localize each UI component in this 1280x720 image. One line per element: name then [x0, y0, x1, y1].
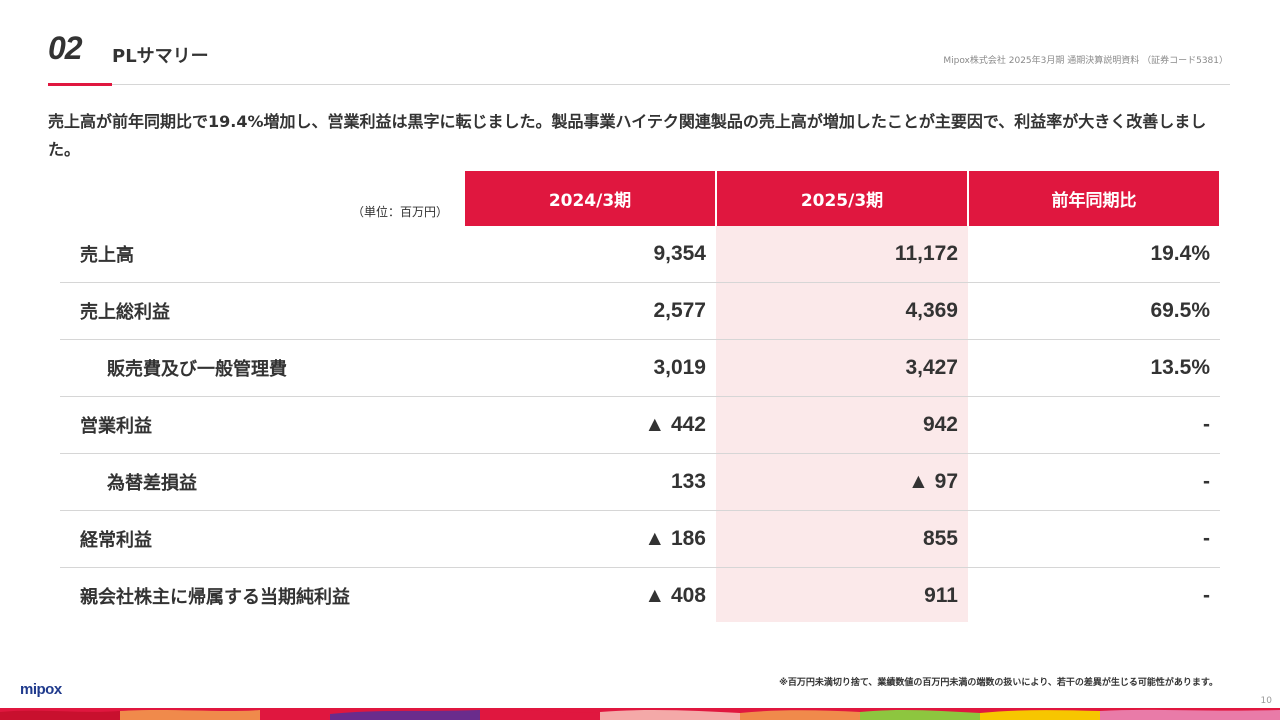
section-underline: [48, 83, 112, 86]
value-yoy: -: [1203, 527, 1210, 550]
value-fy2024: 2,577: [653, 299, 706, 322]
table-row: 経常利益 ▲ 186 855 -: [60, 511, 1220, 568]
value-fy2024: 3,019: [653, 356, 706, 379]
table-row: 親会社株主に帰属する当期純利益 ▲ 408 911 -: [60, 568, 1220, 624]
company-logo: mipox: [20, 681, 62, 698]
column-header-fy2024: 2024/3期: [465, 171, 715, 226]
value-fy2025: 942: [922, 413, 958, 436]
value-fy2024: ▲ 186: [644, 527, 706, 550]
value-fy2025: 911: [924, 584, 958, 607]
document-reference: Mipox株式会社 2025年3月期 通期決算説明資料 （証券コード5381）: [943, 56, 1228, 66]
row-label: 売上高: [80, 245, 134, 266]
row-label: 売上総利益: [80, 302, 170, 323]
lead-text: 売上高が前年同期比で19.4%増加し、営業利益は黒字に転じました。製品事業ハイテ…: [48, 112, 1207, 159]
value-fy2024: ▲ 442: [644, 413, 706, 436]
value-fy2024: ▲ 408: [644, 584, 706, 607]
footnote: ※百万円未満切り捨て、業績数値の百万円未満の端数の扱いにより、若干の差異が生じる…: [779, 678, 1218, 688]
value-fy2025: 11,172: [894, 242, 958, 265]
row-label: 経常利益: [80, 530, 152, 551]
value-yoy: 69.5%: [1150, 299, 1210, 322]
page-title: PLサマリー: [112, 46, 209, 67]
value-yoy: 13.5%: [1150, 356, 1210, 379]
value-fy2024: 9,354: [653, 242, 706, 265]
table-row: 売上総利益 2,577 4,369 69.5%: [60, 283, 1220, 340]
header-divider: [112, 84, 1230, 85]
table-row: 営業利益 ▲ 442 942 -: [60, 397, 1220, 454]
table-row: 為替差損益 133 ▲ 97 -: [60, 454, 1220, 511]
table-row: 売上高 9,354 11,172 19.4%: [60, 226, 1220, 283]
decorative-bottom-band: [0, 708, 1280, 720]
section-number: 02: [48, 30, 83, 66]
value-yoy: 19.4%: [1150, 242, 1210, 265]
value-yoy: -: [1203, 584, 1210, 607]
column-header-yoy: 前年同期比: [969, 171, 1219, 226]
value-fy2024: 133: [670, 470, 706, 493]
value-fy2025: 3,427: [905, 356, 958, 379]
value-fy2025: 4,369: [905, 299, 958, 322]
row-label: 為替差損益: [107, 473, 197, 494]
row-label: 販売費及び一般管理費: [107, 359, 287, 380]
row-label: 営業利益: [80, 416, 152, 437]
page-number: 10: [1260, 696, 1272, 706]
row-label: 親会社株主に帰属する当期純利益: [80, 587, 350, 608]
value-yoy: -: [1203, 470, 1210, 493]
value-fy2025: ▲ 97: [908, 470, 958, 493]
value-fy2025: 855: [922, 527, 958, 550]
pl-summary-table: 売上高 9,354 11,172 19.4% 売上総利益 2,577 4,369…: [60, 226, 1220, 624]
unit-label: （単位：百万円）: [351, 205, 448, 219]
table-row: 販売費及び一般管理費 3,019 3,427 13.5%: [60, 340, 1220, 397]
column-header-fy2025: 2025/3期: [717, 171, 967, 226]
value-yoy: -: [1203, 413, 1210, 436]
